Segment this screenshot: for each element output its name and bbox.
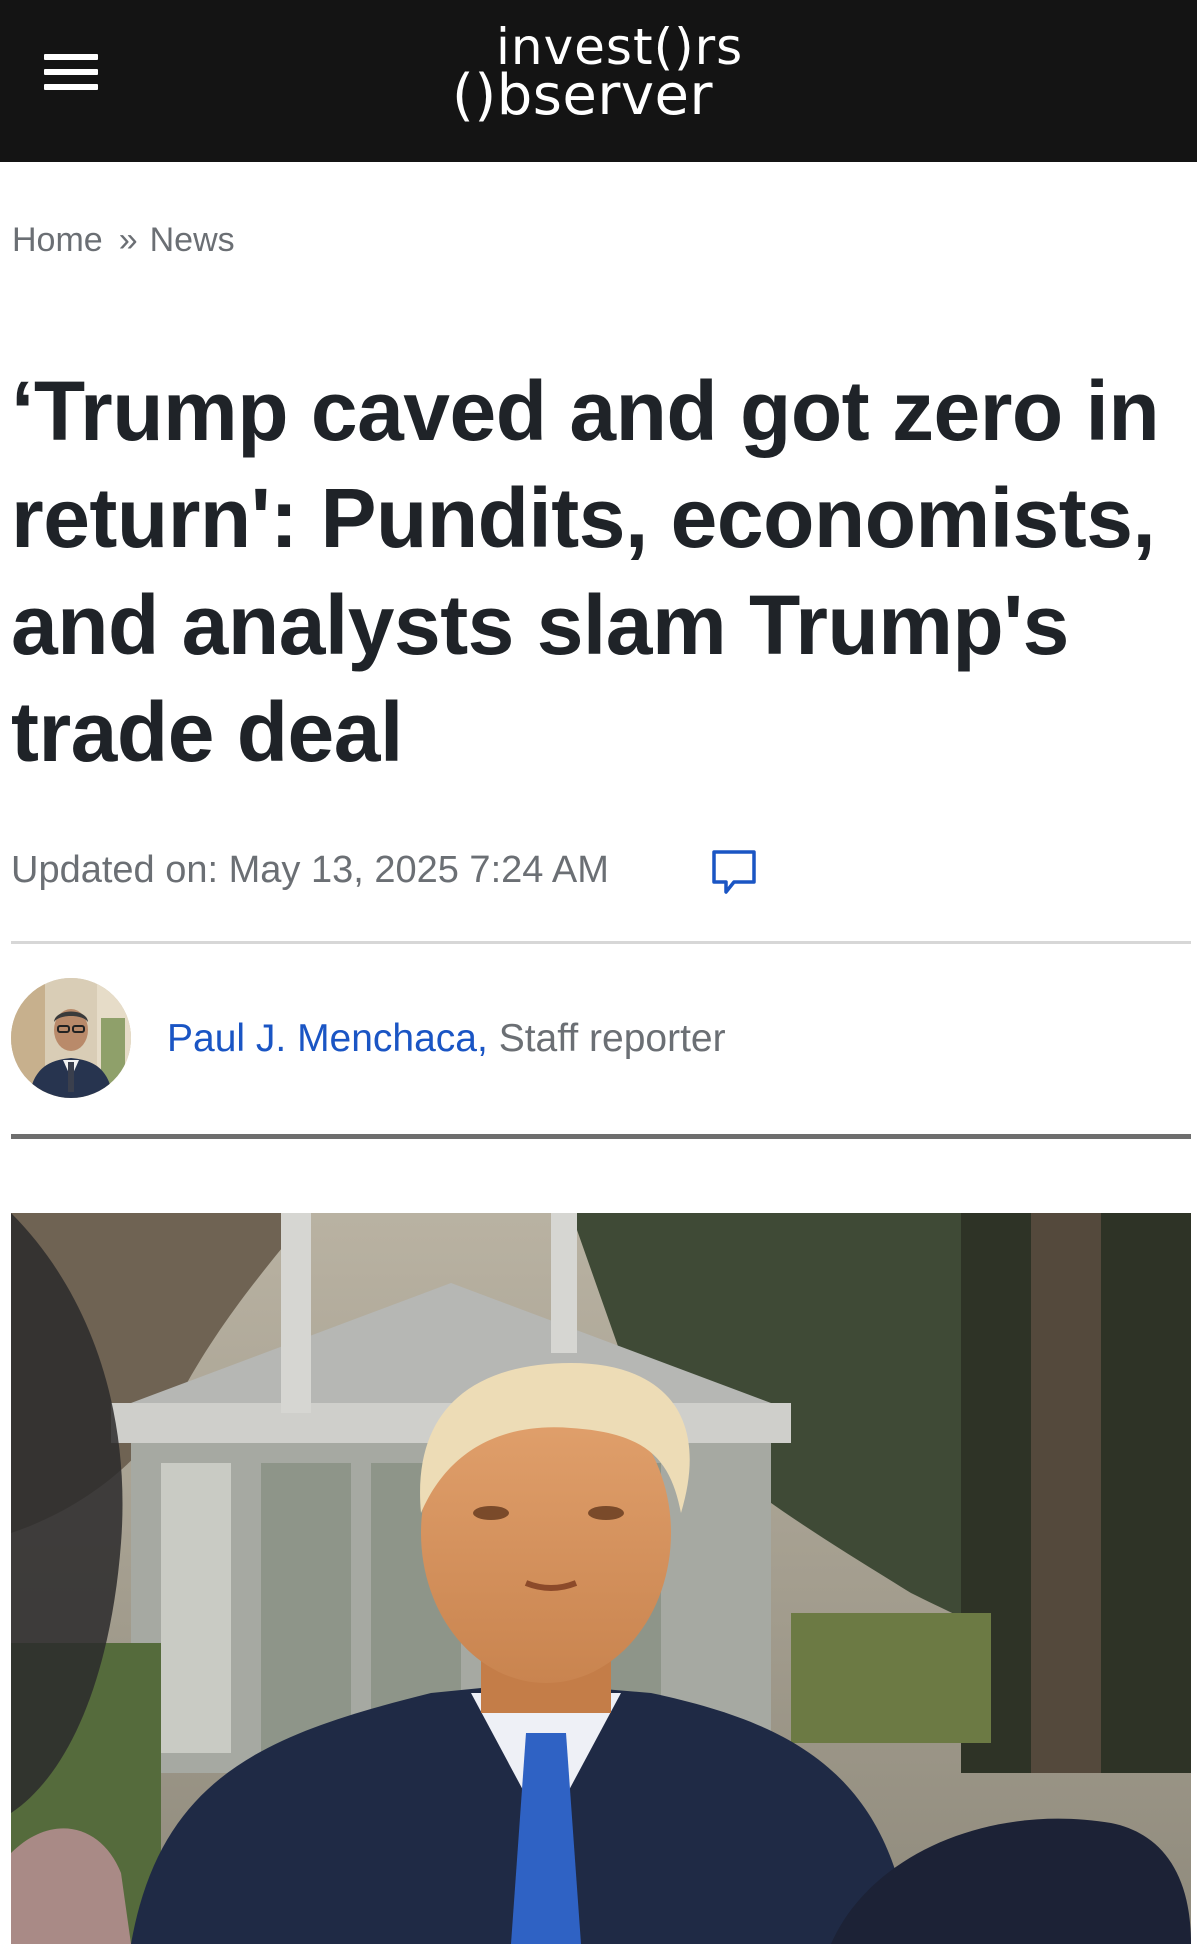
divider [11, 941, 1191, 944]
author-role: Staff reporter [498, 1017, 726, 1060]
byline: Paul J. Menchaca, Staff reporter [167, 1014, 726, 1064]
logo-line-2: ()bserver [452, 63, 714, 128]
author-name-link[interactable]: Paul J. Menchaca, [167, 1017, 488, 1060]
hero-image[interactable] [11, 1213, 1191, 1944]
article-headline: ‘Trump caved and got zero in return': Pu… [11, 364, 1160, 779]
comment-icon[interactable] [710, 848, 758, 896]
breadcrumb: Home » News [12, 218, 235, 262]
breadcrumb-home[interactable]: Home [12, 221, 103, 260]
article-meta: Updated on: May 13, 2025 7:24 AM [11, 840, 609, 900]
divider-strong [11, 1134, 1191, 1139]
site-logo[interactable]: invest()rs ()bserver [440, 18, 780, 128]
menu-icon[interactable] [40, 48, 102, 98]
author-avatar[interactable] [11, 978, 131, 1098]
author-row: Paul J. Menchaca, Staff reporter [11, 978, 1191, 1098]
updated-timestamp: Updated on: May 13, 2025 7:24 AM [11, 848, 609, 891]
site-header: invest()rs ()bserver [0, 0, 1197, 162]
breadcrumb-news[interactable]: News [150, 221, 235, 260]
chevron-right-icon: » [118, 220, 138, 259]
